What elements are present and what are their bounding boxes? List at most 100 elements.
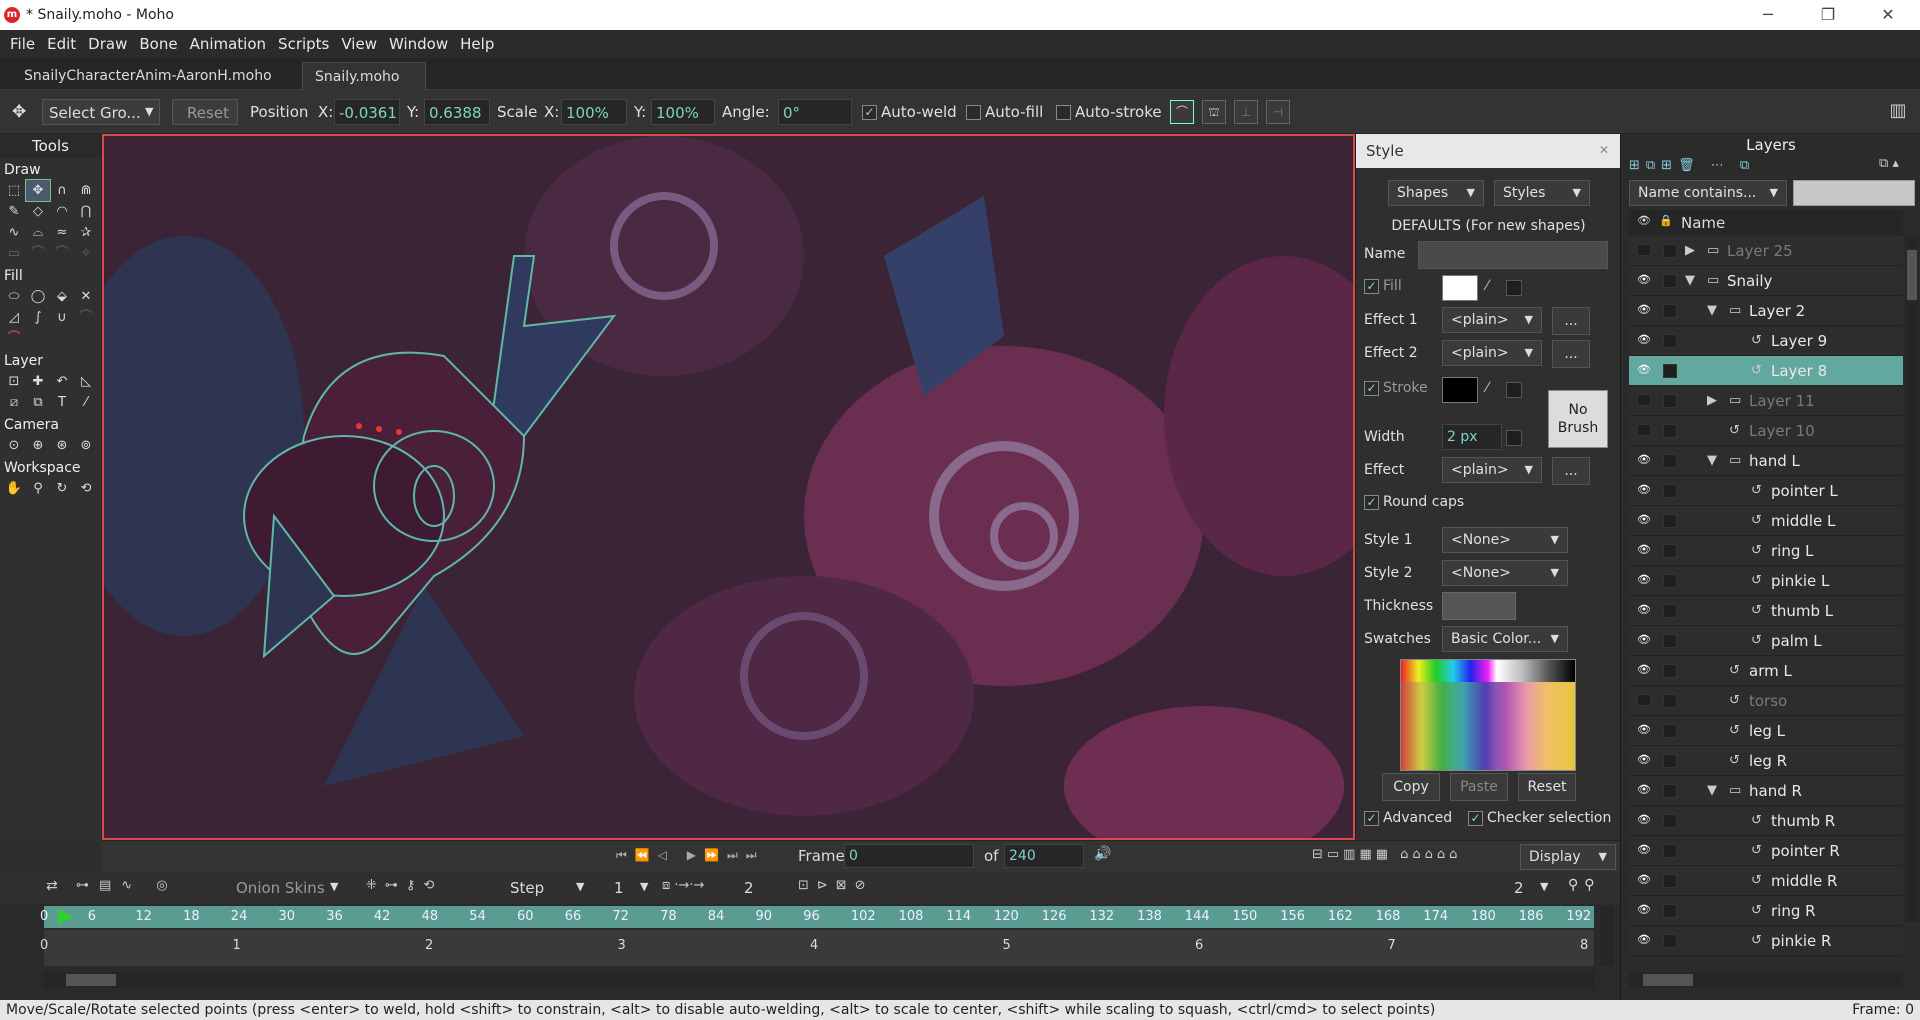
reset-button[interactable]: Reset	[172, 99, 238, 125]
close-style-icon[interactable]: ✕	[1594, 140, 1614, 160]
layer-row[interactable]: ▼ 👁 ▭ hand L	[1629, 446, 1903, 476]
layer-row[interactable]: 👁 ↺ middle L	[1629, 506, 1903, 536]
hide-edge-icon[interactable]: ∫	[26, 307, 50, 328]
shapes-dropdown[interactable]: Shapes	[1388, 180, 1484, 206]
menu-file[interactable]: File	[4, 35, 41, 53]
playback-controls[interactable]: ⏮⏪◁ ▶⏩⏭⏭	[616, 848, 765, 863]
advanced-checkbox[interactable]: ✓ Advanced	[1364, 810, 1452, 826]
channel-icons[interactable]: ⊶▤∿ ◎	[76, 878, 178, 893]
display-dropdown[interactable]: Display	[1520, 844, 1616, 870]
minimize-icon[interactable]: ─	[1740, 0, 1796, 30]
visibility-toggle-icon[interactable]: 👁	[1637, 664, 1651, 676]
stroke-effect-more-button[interactable]: ...	[1552, 457, 1590, 485]
layer-lock-toggle[interactable]	[1663, 784, 1677, 798]
layer-row[interactable]: ▼ 👁 ▭ Layer 2	[1629, 296, 1903, 326]
eraser-icon[interactable]: ⋂	[74, 201, 98, 222]
chevron-down-icon[interactable]: ▼	[640, 880, 648, 893]
style2-dropdown[interactable]: <None>	[1442, 560, 1568, 586]
swatches-dropdown[interactable]: Basic Color...	[1442, 626, 1568, 652]
keyframe-tools-icons[interactable]: ⁜⊶⚷⟲	[366, 878, 442, 893]
hscrollbar-thumb[interactable]	[1643, 974, 1693, 986]
round-caps-checkbox[interactable]: ✓ Round caps	[1364, 494, 1464, 510]
distribute-icon[interactable]: ⊣	[1266, 100, 1290, 124]
book-icon[interactable]: ▥	[1886, 100, 1910, 124]
rotate-workspace-icon[interactable]: ↻	[50, 478, 74, 499]
auto-fill-checkbox[interactable]: Auto-fill	[966, 99, 1043, 125]
chevron-down-icon[interactable]: ▼	[576, 880, 584, 893]
text-icon[interactable]: T	[50, 392, 74, 413]
curvature-icon[interactable]: ⋒	[74, 180, 98, 201]
layer-lock-toggle[interactable]	[1663, 304, 1677, 318]
layer-row[interactable]: ▼ 👁 ▭ hand R	[1629, 776, 1903, 806]
visibility-toggle-icon[interactable]: 👁	[1637, 364, 1651, 376]
layer-row[interactable]: ▼ 👁 ▭ Snaily	[1629, 266, 1903, 296]
canvas-viewport[interactable]	[102, 134, 1355, 840]
scrollbar-thumb[interactable]	[66, 974, 116, 986]
expand-right-icon[interactable]: ▶	[1707, 386, 1717, 416]
keyframe-nav-icon[interactable]: ⧈ ·→·→	[662, 878, 704, 893]
tab-snaily[interactable]: Snaily.moho ✎	[302, 62, 426, 113]
visibility-toggle-icon[interactable]	[1637, 694, 1651, 706]
style1-dropdown[interactable]: <None>	[1442, 527, 1568, 553]
menu-window[interactable]: Window	[383, 35, 454, 53]
audio-icon[interactable]: 🔊	[1094, 846, 1111, 862]
eyedropper-icon[interactable]: ⁄	[74, 392, 98, 413]
fill-eyedropper-icon[interactable]: ⁄	[1486, 278, 1488, 294]
visibility-toggle-icon[interactable]	[1637, 244, 1651, 256]
visibility-toggle-icon[interactable]: 👁	[1637, 814, 1651, 826]
visibility-toggle-icon[interactable]: 👁	[1637, 484, 1651, 496]
paint-bucket-icon[interactable]: ⬙	[50, 286, 74, 307]
name-field[interactable]	[1418, 241, 1608, 269]
switch-layer-icon[interactable]: ⧉	[26, 392, 50, 413]
stroke-color-swatch[interactable]	[1442, 377, 1478, 403]
delete-edge-icon[interactable]: ✕	[74, 286, 98, 307]
layer-lock-toggle[interactable]	[1663, 814, 1677, 828]
layer-row[interactable]: ▶ ▭ Layer 25	[1629, 236, 1903, 266]
frame-ruler[interactable]: 0 6 12 18 24 30 36 42 48 54 60 66 72 78 84 90 96 102 108 11…	[40, 906, 1594, 928]
curve-mode-icon[interactable]: ⌒	[1170, 100, 1194, 124]
paste-button[interactable]: Paste	[1450, 773, 1508, 801]
menu-help[interactable]: Help	[454, 35, 500, 53]
layer-row[interactable]: 👁 ↺ pinkie L	[1629, 566, 1903, 596]
add-point-icon[interactable]: ∩	[50, 180, 74, 201]
name-column-header[interactable]: Name	[1681, 214, 1725, 232]
layer-actions-toolbar[interactable]: ⊞⧉⊞🗑 ⋯ ⧉	[1629, 158, 1755, 173]
no-brush-button[interactable]: No Brush	[1548, 390, 1608, 448]
layer-lock-toggle[interactable]	[1663, 934, 1677, 948]
scale-x-field[interactable]: 100%	[561, 99, 627, 125]
width-field[interactable]: 2 px	[1442, 424, 1502, 450]
bend-icon[interactable]: ⌓	[26, 222, 50, 243]
angle-field[interactable]: 0°	[778, 99, 852, 125]
step-value[interactable]: 1	[614, 879, 624, 897]
layer-row[interactable]: 👁 ↺ pointer R	[1629, 836, 1903, 866]
noise-icon[interactable]: ≈	[50, 222, 74, 243]
thickness-field[interactable]	[1442, 592, 1516, 620]
layer-row[interactable]: 👁 ↺ ring R	[1629, 896, 1903, 926]
position-x-field[interactable]: -0.0361	[334, 99, 400, 125]
layer-row[interactable]: 👁 ↺ palm L	[1629, 626, 1903, 656]
layer-lock-toggle[interactable]	[1663, 634, 1677, 648]
flip-layer-icon[interactable]: ⧄	[2, 392, 26, 413]
shear-layer-icon[interactable]: ◺	[74, 371, 98, 392]
layer-lock-toggle[interactable]	[1663, 484, 1677, 498]
camera-pan-icon[interactable]: ⊚	[74, 435, 98, 456]
set-origin-icon[interactable]: ⊡	[2, 371, 26, 392]
layer-row[interactable]: 👁 ↺ arm L	[1629, 656, 1903, 686]
layer-row[interactable]: ▶ ▭ Layer 11	[1629, 386, 1903, 416]
select-group-dropdown[interactable]: Select Gro...	[42, 99, 160, 125]
stroke-checkbox[interactable]: ✓ Stroke	[1364, 380, 1428, 396]
stroke-eyedropper-icon[interactable]: ⁄	[1486, 380, 1488, 396]
position-y-field[interactable]: 0.6388	[424, 99, 490, 125]
select-shape-icon[interactable]: ⬭	[2, 286, 26, 307]
layer-row[interactable]: 👁 ↺ pointer L	[1629, 476, 1903, 506]
chevron-down-icon[interactable]: ▼	[330, 880, 338, 893]
fill-none-toggle[interactable]	[1506, 280, 1522, 296]
layers-hscrollbar[interactable]	[1629, 972, 1903, 988]
layer-lock-toggle[interactable]	[1663, 844, 1677, 858]
tab-snaily-character-anim[interactable]: SnailyCharacterAnim-AaronH.moho ✎	[12, 62, 287, 112]
layer-filter-dropdown[interactable]: Name contains...	[1629, 180, 1787, 206]
styles-dropdown[interactable]: Styles	[1494, 180, 1590, 206]
sequence-tools-icons[interactable]: ⊡⊳⊠⊘	[798, 878, 874, 893]
timeline-options-icon[interactable]: ⇄	[46, 878, 58, 894]
menu-scripts[interactable]: Scripts	[272, 35, 335, 53]
